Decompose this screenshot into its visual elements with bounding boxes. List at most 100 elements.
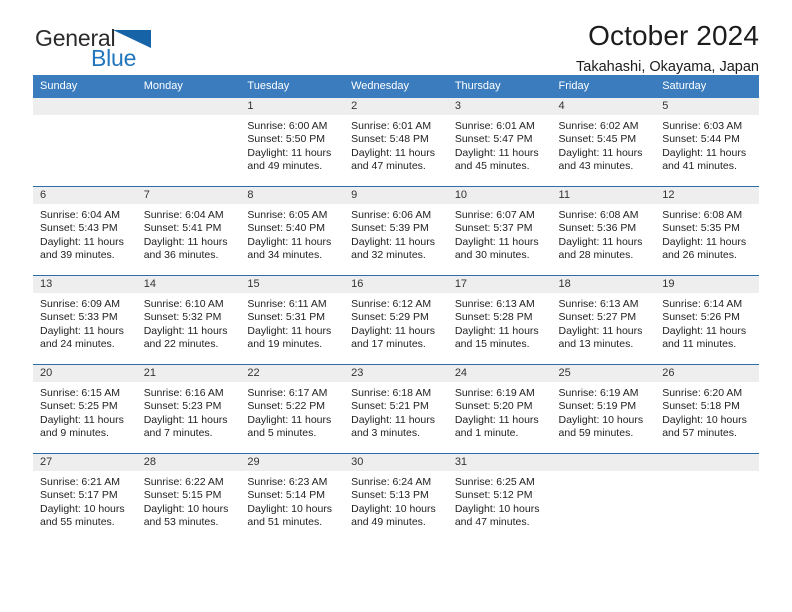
day-sun-info: Sunrise: 6:20 AM Sunset: 5:18 PM Dayligh… <box>662 387 747 440</box>
day-number: 16 <box>344 276 448 293</box>
general-blue-logo[interactable]: General Blue <box>35 27 153 70</box>
calendar-day-cell[interactable]: 9 Sunrise: 6:06 AM Sunset: 5:39 PM Daylig… <box>344 186 448 276</box>
calendar-week-row: 6 Sunrise: 6:04 AM Sunset: 5:43 PM Daylig… <box>33 186 759 276</box>
day-sun-info: Sunrise: 6:18 AM Sunset: 5:21 PM Dayligh… <box>351 387 435 440</box>
calendar-day-cell[interactable]: 28 Sunrise: 6:22 AM Sunset: 5:15 PM Dayli… <box>136 453 241 542</box>
calendar-body: 1 Sunrise: 6:00 AM Sunset: 5:50 PM Daylig… <box>33 98 759 542</box>
day-number: 10 <box>447 187 552 204</box>
day-sun-info: Sunrise: 6:06 AM Sunset: 5:39 PM Dayligh… <box>351 209 435 262</box>
calendar-day-cell[interactable]: 26 Sunrise: 6:20 AM Sunset: 5:18 PM Dayli… <box>655 364 759 454</box>
day-sun-info: Sunrise: 6:04 AM Sunset: 5:41 PM Dayligh… <box>143 209 228 262</box>
calendar-day-cell[interactable]: 4 Sunrise: 6:02 AM Sunset: 5:45 PM Daylig… <box>551 98 656 187</box>
calendar-day-cell[interactable]: 11 Sunrise: 6:08 AM Sunset: 5:36 PM Dayli… <box>551 186 656 276</box>
calendar-table: Sunday Monday Tuesday Wednesday Thursday… <box>33 75 759 542</box>
day-number: 31 <box>447 454 552 471</box>
day-sun-info: Sunrise: 6:13 AM Sunset: 5:28 PM Dayligh… <box>454 298 539 351</box>
day-number: 3 <box>447 98 552 115</box>
day-sun-info: Sunrise: 6:04 AM Sunset: 5:43 PM Dayligh… <box>40 209 124 262</box>
day-sun-info: Sunrise: 6:09 AM Sunset: 5:33 PM Dayligh… <box>40 298 124 351</box>
calendar-header-row: Sunday Monday Tuesday Wednesday Thursday… <box>33 75 759 98</box>
day-sun-info: Sunrise: 6:01 AM Sunset: 5:48 PM Dayligh… <box>351 120 435 173</box>
calendar-day-cell[interactable]: 24 Sunrise: 6:19 AM Sunset: 5:20 PM Dayli… <box>447 364 552 454</box>
calendar-day-cell[interactable]: 14 Sunrise: 6:10 AM Sunset: 5:32 PM Dayli… <box>136 275 241 365</box>
title-block: October 2024 Takahashi, Okayama, Japan <box>576 20 759 77</box>
weekday-header-wednesday: Wednesday <box>344 75 448 98</box>
calendar-page: General Blue October 2024 Takahashi, Oka… <box>0 0 792 612</box>
day-sun-info <box>137 115 241 120</box>
day-number: 28 <box>136 454 241 471</box>
calendar-day-cell[interactable]: 27 Sunrise: 6:21 AM Sunset: 5:17 PM Dayli… <box>33 453 137 542</box>
day-sun-info: Sunrise: 6:02 AM Sunset: 5:45 PM Dayligh… <box>558 120 643 173</box>
day-sun-info: Sunrise: 6:19 AM Sunset: 5:19 PM Dayligh… <box>558 387 644 440</box>
day-sun-info: Sunrise: 6:12 AM Sunset: 5:29 PM Dayligh… <box>351 298 435 351</box>
day-sun-info: Sunrise: 6:01 AM Sunset: 5:47 PM Dayligh… <box>454 120 539 173</box>
calendar-week-row: 1 Sunrise: 6:00 AM Sunset: 5:50 PM Daylig… <box>33 98 759 187</box>
weekday-header-tuesday: Tuesday <box>240 75 345 98</box>
day-number <box>136 98 241 115</box>
calendar-day-cell[interactable]: 19 Sunrise: 6:14 AM Sunset: 5:26 PM Dayli… <box>655 275 759 365</box>
day-sun-info: Sunrise: 6:16 AM Sunset: 5:23 PM Dayligh… <box>143 387 228 440</box>
calendar-day-cell[interactable]: 15 Sunrise: 6:11 AM Sunset: 5:31 PM Dayli… <box>240 275 345 365</box>
logo-word-general: General <box>35 25 116 51</box>
day-sun-info: Sunrise: 6:08 AM Sunset: 5:36 PM Dayligh… <box>558 209 643 262</box>
weekday-header-friday: Friday <box>551 75 656 98</box>
day-sun-info <box>655 471 759 476</box>
day-sun-info: Sunrise: 6:19 AM Sunset: 5:20 PM Dayligh… <box>454 387 539 440</box>
weekday-header-saturday: Saturday <box>655 75 759 98</box>
calendar-day-cell[interactable]: 17 Sunrise: 6:13 AM Sunset: 5:28 PM Dayli… <box>447 275 552 365</box>
calendar-day-cell[interactable]: 22 Sunrise: 6:17 AM Sunset: 5:22 PM Dayli… <box>240 364 345 454</box>
calendar-day-cell[interactable]: 10 Sunrise: 6:07 AM Sunset: 5:37 PM Dayli… <box>447 186 552 276</box>
day-number: 25 <box>551 365 656 382</box>
calendar-day-cell[interactable]: 2 Sunrise: 6:01 AM Sunset: 5:48 PM Daylig… <box>344 98 448 187</box>
calendar-day-cell[interactable]: 1 Sunrise: 6:00 AM Sunset: 5:50 PM Daylig… <box>240 98 345 187</box>
day-number: 30 <box>344 454 448 471</box>
calendar-day-cell[interactable]: 18 Sunrise: 6:13 AM Sunset: 5:27 PM Dayli… <box>551 275 656 365</box>
day-sun-info: Sunrise: 6:14 AM Sunset: 5:26 PM Dayligh… <box>662 298 747 351</box>
day-number: 11 <box>551 187 656 204</box>
calendar-week-row: 27 Sunrise: 6:21 AM Sunset: 5:17 PM Dayli… <box>33 453 759 542</box>
day-sun-info: Sunrise: 6:21 AM Sunset: 5:17 PM Dayligh… <box>40 476 125 529</box>
calendar-day-cell-empty <box>655 453 759 542</box>
page-subtitle: Takahashi, Okayama, Japan <box>576 59 759 76</box>
calendar-day-cell[interactable]: 31 Sunrise: 6:25 AM Sunset: 5:12 PM Dayli… <box>447 453 552 542</box>
calendar-day-cell-empty <box>551 453 656 542</box>
calendar-day-cell[interactable]: 5 Sunrise: 6:03 AM Sunset: 5:44 PM Daylig… <box>655 98 759 187</box>
day-number: 6 <box>33 187 137 204</box>
calendar-day-cell[interactable]: 30 Sunrise: 6:24 AM Sunset: 5:13 PM Dayli… <box>344 453 448 542</box>
page-header: General Blue October 2024 Takahashi, Oka… <box>33 0 759 75</box>
calendar-week-row: 13 Sunrise: 6:09 AM Sunset: 5:33 PM Dayli… <box>33 275 759 365</box>
calendar-day-cell[interactable]: 29 Sunrise: 6:23 AM Sunset: 5:14 PM Dayli… <box>240 453 345 542</box>
day-sun-info: Sunrise: 6:23 AM Sunset: 5:14 PM Dayligh… <box>247 476 333 529</box>
calendar-day-cell[interactable]: 13 Sunrise: 6:09 AM Sunset: 5:33 PM Dayli… <box>33 275 137 365</box>
day-number: 15 <box>240 276 345 293</box>
day-number: 4 <box>551 98 656 115</box>
day-number: 19 <box>655 276 759 293</box>
calendar-day-cell[interactable]: 3 Sunrise: 6:01 AM Sunset: 5:47 PM Daylig… <box>447 98 552 187</box>
day-sun-info: Sunrise: 6:15 AM Sunset: 5:25 PM Dayligh… <box>40 387 124 440</box>
weekday-header-sunday: Sunday <box>33 75 137 98</box>
day-sun-info: Sunrise: 6:25 AM Sunset: 5:12 PM Dayligh… <box>454 476 540 529</box>
calendar-day-cell[interactable]: 20 Sunrise: 6:15 AM Sunset: 5:25 PM Dayli… <box>33 364 137 454</box>
calendar-day-cell[interactable]: 6 Sunrise: 6:04 AM Sunset: 5:43 PM Daylig… <box>33 186 137 276</box>
day-sun-info: Sunrise: 6:13 AM Sunset: 5:27 PM Dayligh… <box>558 298 643 351</box>
calendar-day-cell[interactable]: 8 Sunrise: 6:05 AM Sunset: 5:40 PM Daylig… <box>240 186 345 276</box>
day-number <box>655 454 759 471</box>
triangle-flag-icon <box>113 30 153 53</box>
calendar-day-cell[interactable]: 25 Sunrise: 6:19 AM Sunset: 5:19 PM Dayli… <box>551 364 656 454</box>
calendar-day-cell[interactable]: 7 Sunrise: 6:04 AM Sunset: 5:41 PM Daylig… <box>136 186 241 276</box>
day-number: 17 <box>447 276 552 293</box>
calendar-day-cell[interactable]: 16 Sunrise: 6:12 AM Sunset: 5:29 PM Dayli… <box>344 275 448 365</box>
calendar-day-cell[interactable]: 21 Sunrise: 6:16 AM Sunset: 5:23 PM Dayli… <box>136 364 241 454</box>
day-number: 2 <box>344 98 448 115</box>
day-sun-info: Sunrise: 6:08 AM Sunset: 5:35 PM Dayligh… <box>662 209 747 262</box>
calendar-day-cell[interactable]: 23 Sunrise: 6:18 AM Sunset: 5:21 PM Dayli… <box>344 364 448 454</box>
day-number <box>551 454 656 471</box>
day-sun-info: Sunrise: 6:10 AM Sunset: 5:32 PM Dayligh… <box>143 298 228 351</box>
page-title: October 2024 <box>588 20 759 51</box>
day-number: 18 <box>551 276 656 293</box>
day-number: 12 <box>655 187 759 204</box>
day-number: 1 <box>240 98 345 115</box>
day-number: 14 <box>136 276 241 293</box>
calendar-day-cell[interactable]: 12 Sunrise: 6:08 AM Sunset: 5:35 PM Dayli… <box>655 186 759 276</box>
weekday-header-monday: Monday <box>136 75 241 98</box>
